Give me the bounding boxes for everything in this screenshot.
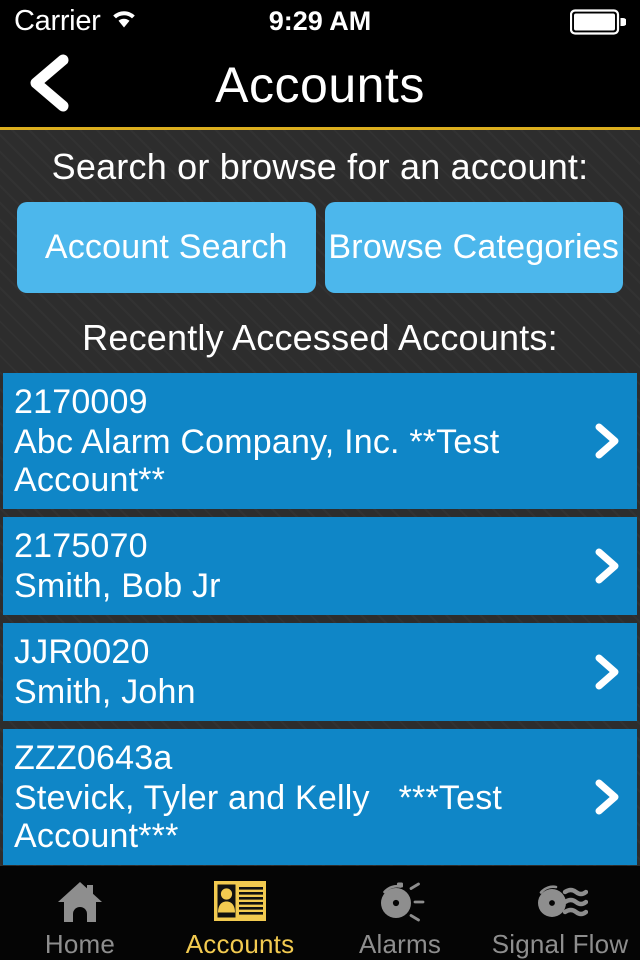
account-name: Smith, John [14,673,196,711]
account-name: Abc Alarm Company, Inc. **Test Account** [14,423,508,499]
account-number: JJR0020 [14,633,150,671]
back-button[interactable] [14,54,86,116]
tab-label: Accounts [185,929,295,959]
tab-label: Home [44,929,116,959]
tab-signal-flow[interactable]: Signal Flow [480,866,640,960]
list-item[interactable]: JJR0020 Smith, John [3,623,637,721]
chevron-right-icon [590,777,624,817]
chevron-right-icon [590,652,624,692]
list-item[interactable]: 2175070 Smith, Bob Jr [3,517,637,615]
chevron-right-icon [590,421,624,461]
tab-home[interactable]: Home [0,866,160,960]
chevron-left-icon [23,54,77,117]
browse-categories-button[interactable]: Browse Categories [324,202,623,293]
clock-label: 9:29 AM [268,6,372,36]
nav-bar: Accounts [0,42,640,127]
account-name: Smith, Bob Jr [14,567,221,605]
page-title: Accounts [215,56,425,113]
app-screen: Carrier 9:29 AM Accounts Search or brows… [0,0,640,960]
status-bar-right [569,9,627,40]
account-number: 2170009 [14,383,148,421]
recent-accounts-heading: Recently Accessed Accounts: [82,317,558,358]
tab-label: Alarms [358,929,442,959]
tab-label: Signal Flow [491,929,629,959]
action-button-row: Account Search Browse Categories [0,202,640,293]
search-heading: Search or browse for an account: [51,146,589,187]
chevron-right-icon [590,546,624,586]
alarm-siren-icon [373,876,427,925]
account-number: ZZZ0643a [14,739,173,777]
battery-full-icon [569,9,627,40]
house-icon [54,876,106,925]
main-content: Search or browse for an account: Account… [0,130,640,866]
tab-alarms[interactable]: Alarms [320,866,480,960]
list-item[interactable]: 2170009 Abc Alarm Company, Inc. **Test A… [3,373,637,509]
account-number: 2175070 [14,527,148,565]
list-item[interactable]: ZZZ0643a Stevick, Tyler and Kelly ***Tes… [3,729,637,865]
status-bar: Carrier 9:29 AM [0,0,640,42]
signal-waves-icon [532,876,588,925]
tab-accounts[interactable]: Accounts [160,866,320,960]
tab-bar: Home Accounts Alarms Signal Flow [0,866,640,960]
account-name: Stevick, Tyler and Kelly ***Test Account… [14,779,510,855]
account-search-button[interactable]: Account Search [17,202,316,293]
id-card-icon [213,876,267,925]
recent-accounts-list: 2170009 Abc Alarm Company, Inc. **Test A… [0,373,640,866]
